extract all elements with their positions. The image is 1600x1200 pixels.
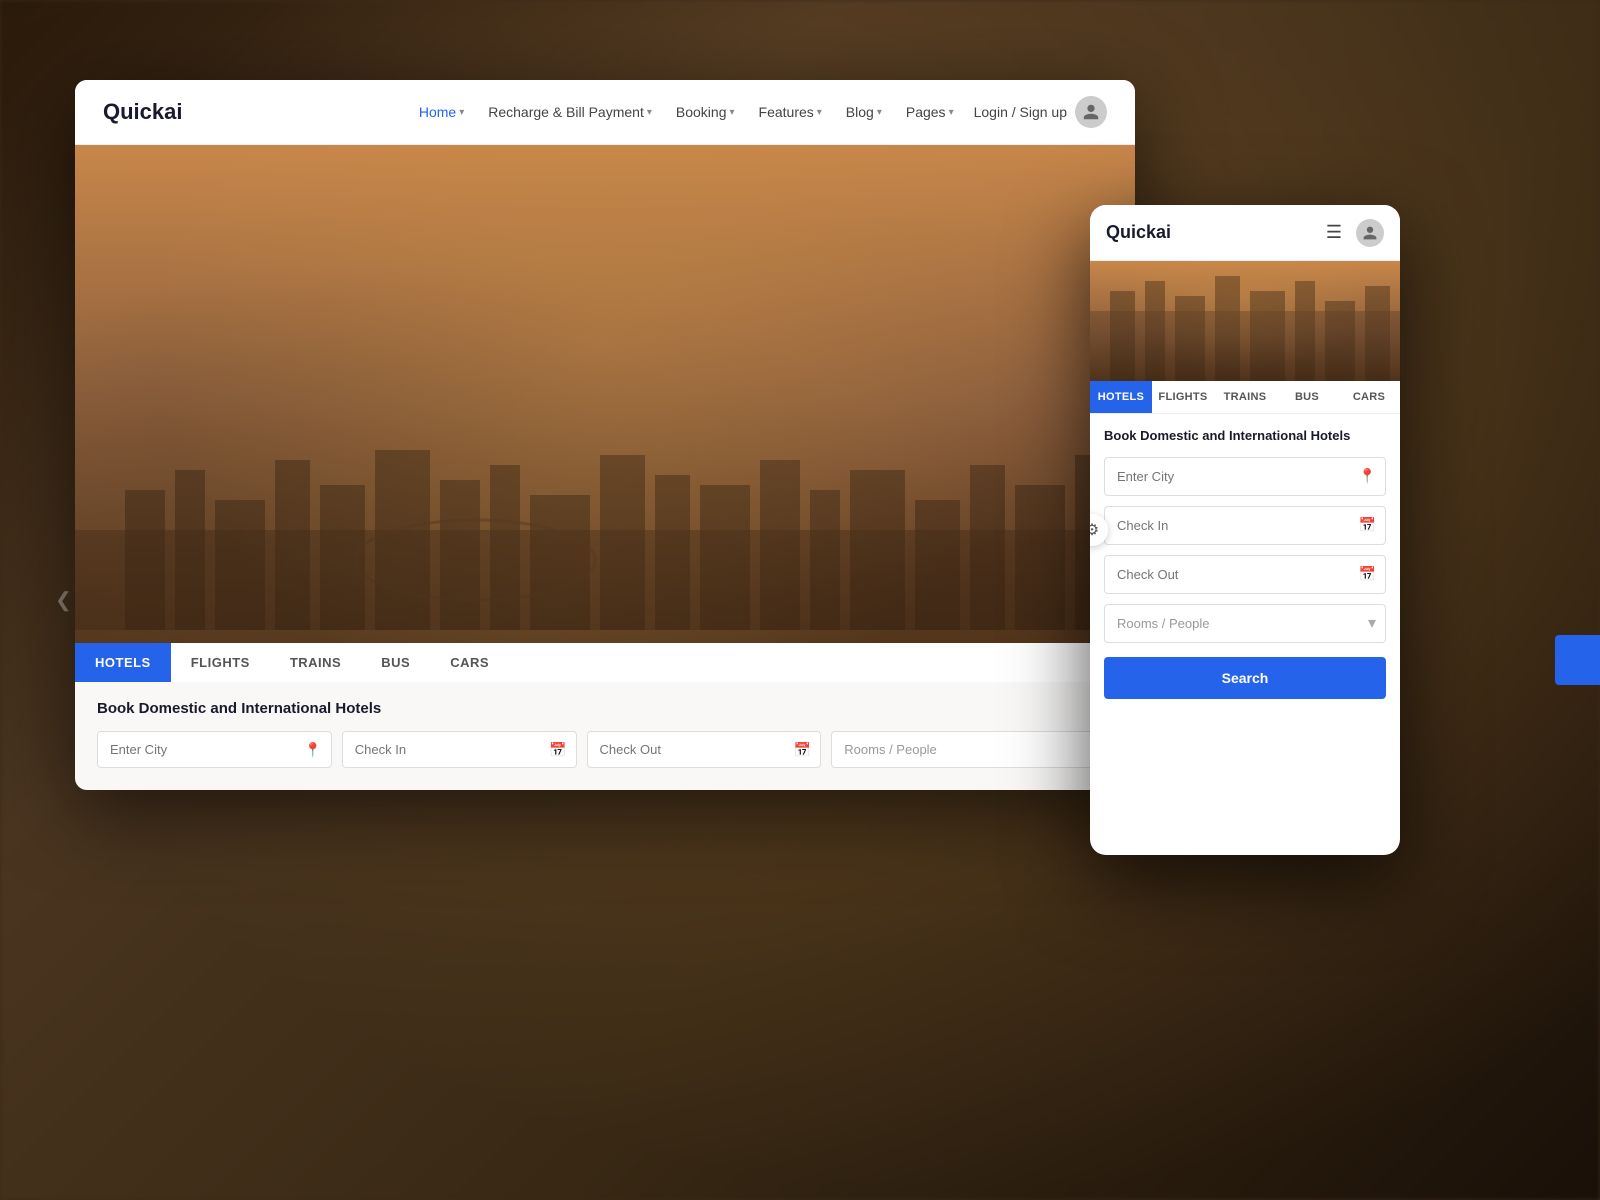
mobile-rooms-select[interactable]: Rooms / People 1 Room / 1 Person 1 Room … — [1104, 604, 1386, 643]
mobile-checkout-input[interactable] — [1104, 555, 1386, 594]
checkout-field: 📅 — [587, 731, 822, 768]
nav-link-pages[interactable]: Pages ▾ — [906, 104, 954, 120]
chevron-down-icon: ▾ — [877, 107, 882, 118]
desktop-search-tabs: HOTELS FLIGHTS TRAINS BUS CARS — [75, 643, 1135, 682]
desktop-hero: HOTELS FLIGHTS TRAINS BUS CARS Book Dome… — [75, 145, 1135, 790]
mobile-city-input[interactable] — [1104, 457, 1386, 496]
nav-link-booking[interactable]: Booking ▾ — [676, 104, 735, 120]
chevron-down-icon: ▾ — [817, 107, 822, 118]
mobile-calendar-checkout-icon: 📅 — [1359, 566, 1376, 583]
mobile-tab-cars[interactable]: CARS — [1338, 381, 1400, 413]
nav-item-recharge[interactable]: Recharge & Bill Payment ▾ — [488, 104, 652, 120]
mobile-navbar: Quickai ☰ — [1090, 205, 1400, 261]
mobile-window: ⚙ Quickai ☰ HOTELS FLIGHTS TRAINS BUS CA… — [1090, 205, 1400, 855]
mobile-avatar[interactable] — [1356, 219, 1384, 247]
rooms-select[interactable]: Rooms / People 1 Room / 1 Person 1 Room … — [831, 731, 1113, 768]
nav-item-booking[interactable]: Booking ▾ — [676, 104, 735, 120]
mobile-search-body: Book Domestic and International Hotels 📍… — [1090, 414, 1400, 713]
chevron-down-icon: ▾ — [949, 107, 954, 118]
tab-hotels[interactable]: HOTELS — [75, 643, 171, 682]
mobile-search-tabs: HOTELS FLIGHTS TRAINS BUS CARS — [1090, 381, 1400, 414]
chevron-down-icon: ▾ — [729, 107, 734, 118]
desktop-search-body: Book Domestic and International Hotels 📍… — [75, 682, 1135, 790]
mobile-tab-flights[interactable]: FLIGHTS — [1152, 381, 1214, 413]
avatar — [1075, 96, 1107, 128]
nav-item-home[interactable]: Home ▾ — [419, 104, 464, 120]
city-field: 📍 — [97, 731, 332, 768]
checkin-input[interactable] — [342, 731, 577, 768]
nav-link-blog[interactable]: Blog ▾ — [846, 104, 882, 120]
location-icon: 📍 — [304, 741, 321, 758]
checkin-field: 📅 — [342, 731, 577, 768]
mobile-search-button[interactable]: Search — [1104, 657, 1386, 699]
mobile-city-field: 📍 — [1104, 457, 1386, 496]
mobile-checkin-field: 📅 — [1104, 506, 1386, 545]
tab-cars[interactable]: CARS — [430, 643, 509, 682]
checkout-input[interactable] — [587, 731, 822, 768]
mobile-hero — [1090, 261, 1400, 381]
tab-trains[interactable]: TRAINS — [270, 643, 361, 682]
mobile-logo: Quickai — [1106, 222, 1326, 243]
login-button[interactable]: Login / Sign up — [974, 96, 1107, 128]
mobile-tab-bus[interactable]: BUS — [1276, 381, 1338, 413]
nav-item-features[interactable]: Features ▾ — [759, 104, 822, 120]
chevron-down-icon: ▾ — [459, 107, 464, 118]
rooms-field: Rooms / People 1 Room / 1 Person 1 Room … — [831, 731, 1113, 768]
tab-bus[interactable]: BUS — [361, 643, 430, 682]
nav-link-recharge[interactable]: Recharge & Bill Payment ▾ — [488, 104, 652, 120]
right-edge-button[interactable] — [1555, 635, 1600, 685]
left-edge-indicator: ❮ — [55, 588, 72, 613]
calendar-icon: 📅 — [549, 741, 566, 758]
mobile-tab-hotels[interactable]: HOTELS — [1090, 381, 1152, 413]
desktop-logo: Quickai — [103, 99, 182, 125]
nav-item-pages[interactable]: Pages ▾ — [906, 104, 954, 120]
mobile-calendar-checkin-icon: 📅 — [1359, 517, 1376, 534]
hamburger-menu-icon[interactable]: ☰ — [1326, 222, 1342, 243]
desktop-navbar: Quickai Home ▾ Recharge & Bill Payment ▾… — [75, 80, 1135, 145]
nav-link-features[interactable]: Features ▾ — [759, 104, 822, 120]
desktop-window: Quickai Home ▾ Recharge & Bill Payment ▾… — [75, 80, 1135, 790]
city-skyline-illustration — [75, 430, 1135, 630]
mobile-location-icon: 📍 — [1359, 468, 1376, 485]
nav-item-blog[interactable]: Blog ▾ — [846, 104, 882, 120]
chevron-down-icon: ▾ — [647, 107, 652, 118]
search-title: Book Domestic and International Hotels — [97, 700, 1113, 717]
desktop-search-panel: HOTELS FLIGHTS TRAINS BUS CARS Book Dome… — [75, 643, 1135, 790]
mobile-search-title: Book Domestic and International Hotels — [1104, 428, 1386, 445]
tab-flights[interactable]: FLIGHTS — [171, 643, 270, 682]
mobile-city-skyline — [1090, 261, 1400, 381]
calendar-icon: 📅 — [794, 741, 811, 758]
city-input[interactable] — [97, 731, 332, 768]
mobile-checkin-input[interactable] — [1104, 506, 1386, 545]
mobile-checkout-field: 📅 — [1104, 555, 1386, 594]
desktop-nav-links: Home ▾ Recharge & Bill Payment ▾ Booking… — [419, 104, 954, 120]
mobile-rooms-field: Rooms / People 1 Room / 1 Person 1 Room … — [1104, 604, 1386, 643]
mobile-tab-trains[interactable]: TRAINS — [1214, 381, 1276, 413]
desktop-search-fields: 📍 📅 📅 Rooms / People 1 Room / 1 Person — [97, 731, 1113, 768]
nav-link-home[interactable]: Home ▾ — [419, 104, 464, 120]
